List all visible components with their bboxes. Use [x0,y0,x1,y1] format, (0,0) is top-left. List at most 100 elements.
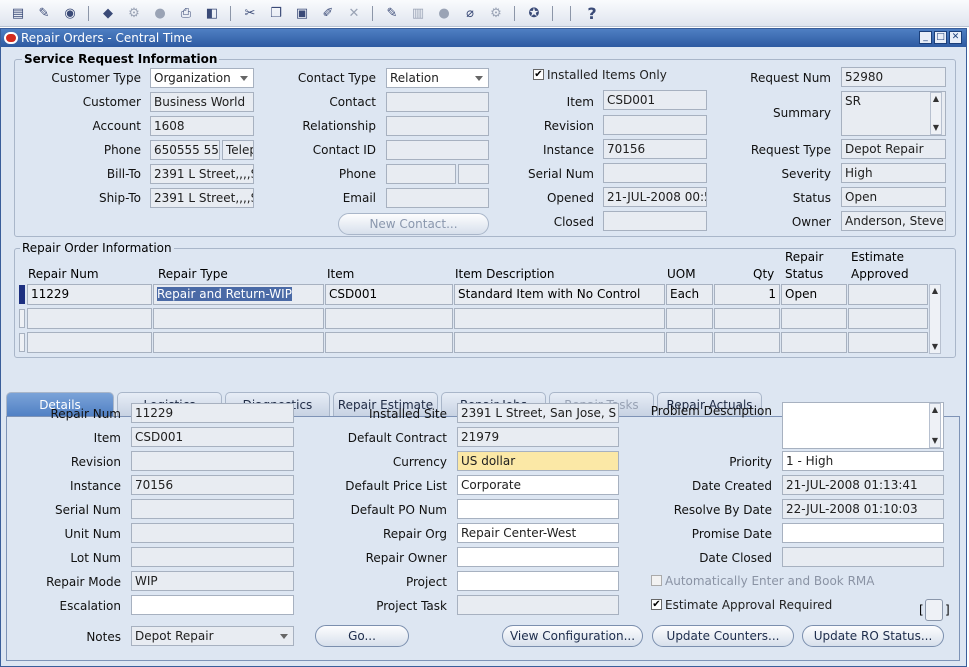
ro-empty-cell[interactable] [153,308,324,329]
ship-to-field[interactable]: 2391 L Street,,,,S [150,188,254,208]
ro-empty-cell[interactable] [848,308,928,329]
scroll-down-icon[interactable]: ▼ [930,341,940,353]
date-closed-field[interactable] [782,547,944,567]
view-configuration-button[interactable]: View Configuration... [502,625,643,647]
project-task-field[interactable] [457,595,619,615]
new-contact-button[interactable]: New Contact... [338,213,489,235]
ro-empty-cell[interactable] [153,332,324,353]
row-indicator[interactable] [19,333,25,352]
currency-field[interactable]: US dollar [457,451,619,471]
ro-empty-cell[interactable] [454,332,665,353]
resolve-by-date-field[interactable]: 22-JUL-2008 01:10:03 [782,499,944,519]
scroll-down-icon[interactable]: ▼ [931,122,941,134]
repair-num-field[interactable]: 11229 [131,403,294,423]
problem-description-field[interactable] [782,402,944,449]
account-field[interactable]: 1608 [150,116,254,136]
ro-item-description[interactable]: Standard Item with No Control [454,284,665,305]
phone-field[interactable]: 650555 555 [150,140,220,160]
maximize-icon[interactable]: □ [934,31,947,44]
date-created-field[interactable]: 21-JUL-2008 01:13:41 [782,475,944,495]
ro-repair-status[interactable]: Open [781,284,847,305]
close-form-icon[interactable]: ◧ [202,4,222,23]
revision-field[interactable] [131,451,294,471]
ro-empty-cell[interactable] [666,308,713,329]
project-field[interactable] [457,571,619,591]
cut-icon[interactable]: ✂ [240,4,260,23]
request-type-field[interactable]: Depot Repair [841,139,946,159]
promise-date-field[interactable] [782,523,944,543]
navigator-icon[interactable]: ◉ [60,4,80,23]
ro-empty-cell[interactable] [781,308,847,329]
go-button[interactable]: Go... [315,625,409,647]
ro-empty-cell[interactable] [325,308,453,329]
lot-num-field[interactable] [131,547,294,567]
default-price-list-field[interactable]: Corporate [457,475,619,495]
ro-repair-type[interactable]: Repair and Return-WIP [153,284,324,305]
scroll-up-icon[interactable]: ▲ [931,93,941,105]
item-field[interactable]: CSD001 [603,90,707,110]
repair-mode-field[interactable]: WIP [131,571,294,591]
copy-icon[interactable]: ❐ [266,4,286,23]
ro-empty-cell[interactable] [454,308,665,329]
problem-description-scrollbar[interactable]: ▲ ▼ [929,403,941,448]
bill-to-field[interactable]: 2391 L Street,,,,S [150,164,254,184]
ro-item[interactable]: CSD001 [325,284,453,305]
severity-field[interactable]: High [841,163,946,183]
status-field[interactable]: Open [841,187,946,207]
scroll-down-icon[interactable]: ▼ [930,435,940,447]
save-icon[interactable]: ◆ [98,4,118,23]
email-field[interactable] [386,188,489,208]
folder-tools-icon[interactable]: ⚙ [486,4,506,23]
escalation-field[interactable] [131,595,294,615]
repair-owner-field[interactable] [457,547,619,567]
instance-field[interactable]: 70156 [603,139,707,159]
revision-field[interactable] [603,115,707,135]
help-icon[interactable]: ? [582,4,602,23]
delete-icon[interactable]: ✕ [344,4,364,23]
serial-num-field[interactable] [131,499,294,519]
next-step-icon[interactable]: ⚙ [124,4,144,23]
edit-field-icon[interactable]: ✎ [382,4,402,23]
repair-org-field[interactable]: Repair Center-West [457,523,619,543]
priority-field[interactable]: 1 - High [782,451,944,471]
attachments-icon[interactable]: ⌀ [460,4,480,23]
customer-field[interactable]: Business World [150,92,254,112]
print-icon[interactable]: ⎙ [176,4,196,23]
phone-type-field[interactable]: Telep [222,140,254,160]
default-contract-field[interactable]: 21979 [457,427,619,447]
ribbon-icon[interactable]: ✪ [524,4,544,23]
scroll-up-icon[interactable]: ▲ [930,404,940,416]
owner-field[interactable]: Anderson, Steve [841,211,946,231]
notes-select[interactable]: Depot Repair [131,626,294,646]
contact-phone-field[interactable] [386,164,456,184]
translations-icon[interactable]: ● [434,4,454,23]
ro-empty-cell[interactable] [848,332,928,353]
item-field[interactable]: CSD001 [131,427,294,447]
customer-type-select[interactable]: Organization [150,68,254,88]
clear-record-icon[interactable]: ✐ [318,4,338,23]
ro-estimate-approved[interactable] [848,284,928,305]
row-indicator[interactable] [19,309,25,328]
ro-empty-cell[interactable] [27,308,152,329]
ro-qty[interactable]: 1 [714,284,780,305]
descriptive-flexfield-icon[interactable] [925,599,943,621]
auto-rma-checkbox[interactable] [651,575,662,586]
serial-num-field[interactable] [603,163,707,183]
relationship-field[interactable] [386,116,489,136]
find-icon[interactable]: ✎ [34,4,54,23]
summary-scrollbar[interactable]: ▲ ▼ [930,92,942,135]
contact-field[interactable] [386,92,489,112]
zoom-icon[interactable]: ▥ [408,4,428,23]
ro-empty-cell[interactable] [781,332,847,353]
ro-empty-cell[interactable] [666,332,713,353]
ro-empty-cell[interactable] [325,332,453,353]
instance-field[interactable]: 70156 [131,475,294,495]
estimate-approval-checkbox[interactable]: ✔ [651,599,662,610]
contact-id-field[interactable] [386,140,489,160]
update-ro-status-button[interactable]: Update RO Status... [802,625,944,647]
opened-field[interactable]: 21-JUL-2008 00:5 [603,187,707,207]
ro-repair-num[interactable]: 11229 [27,284,152,305]
unit-num-field[interactable] [131,523,294,543]
installed-site-field[interactable]: 2391 L Street, San Jose, S [457,403,619,423]
contact-type-select[interactable]: Relation [386,68,489,88]
